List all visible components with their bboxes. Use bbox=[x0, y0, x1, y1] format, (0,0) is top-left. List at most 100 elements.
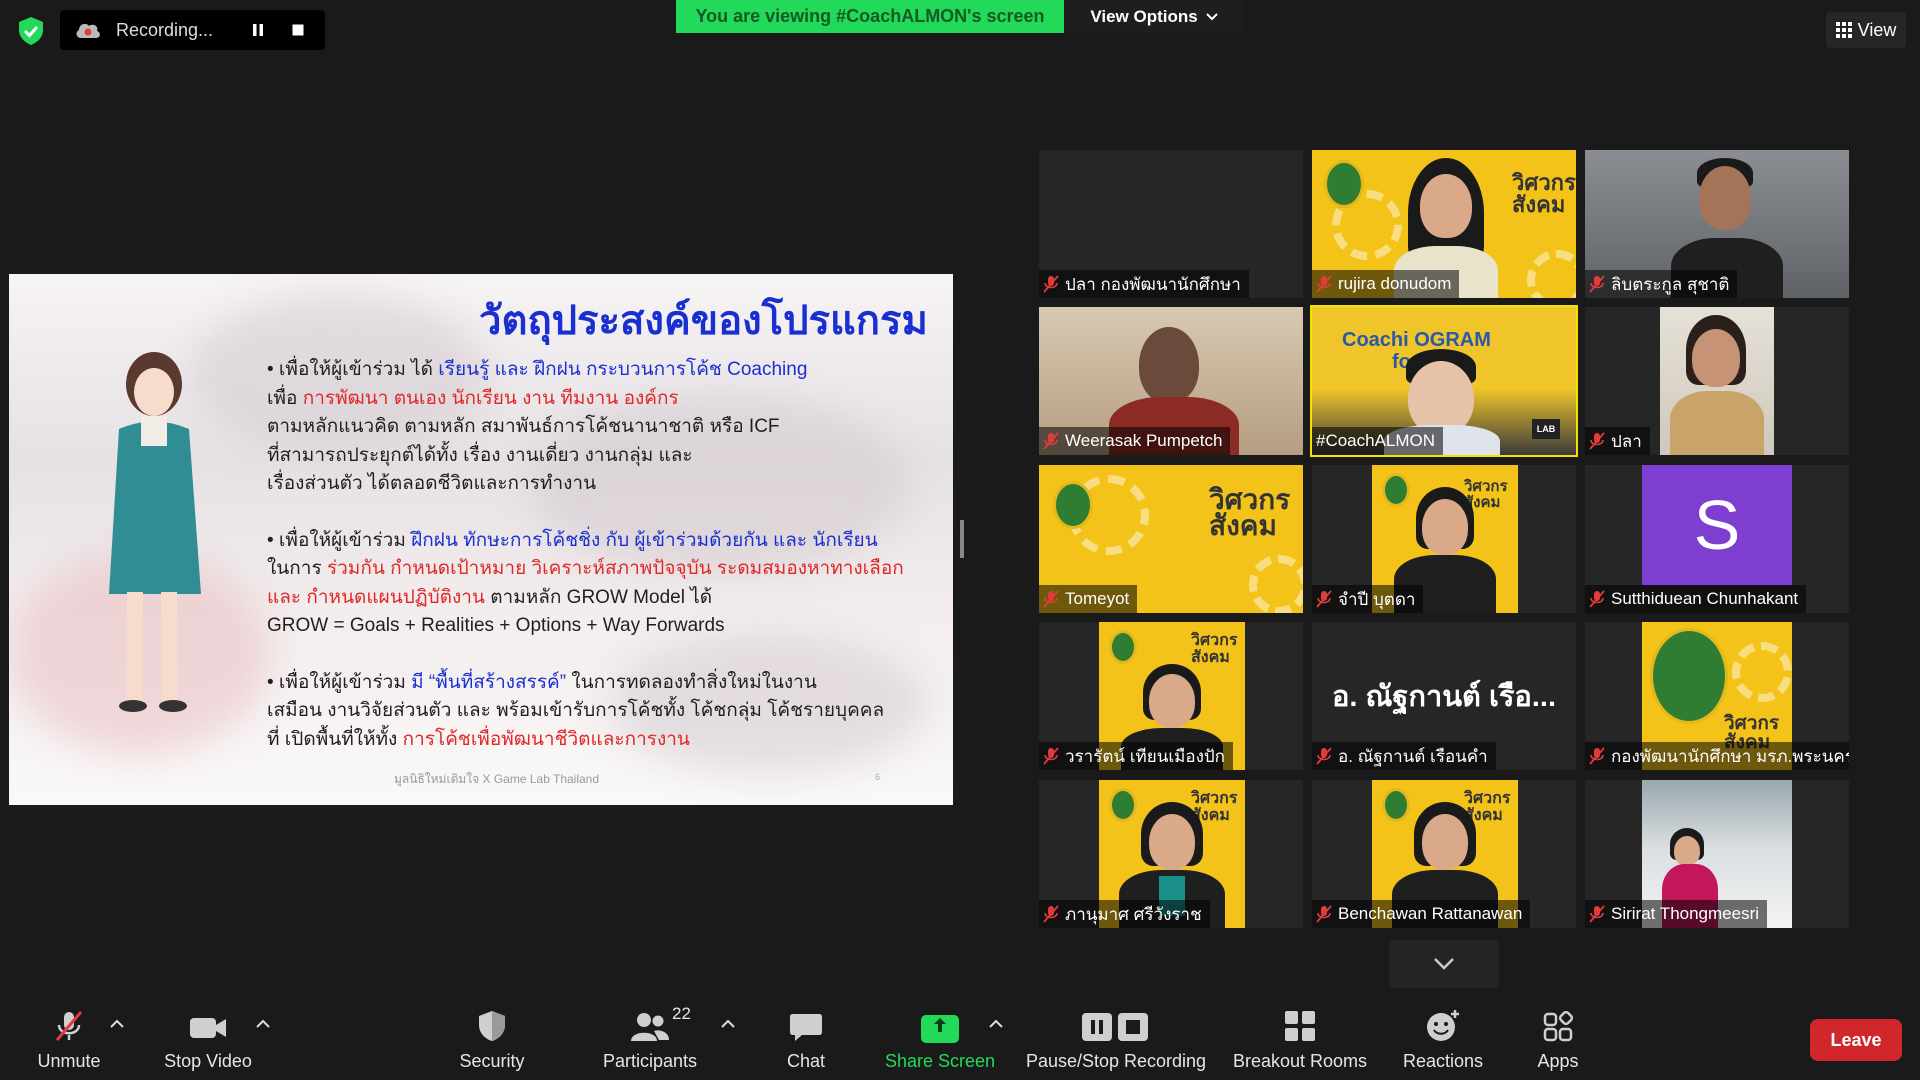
pause-icon bbox=[253, 24, 263, 36]
cloud-recording-icon bbox=[76, 23, 100, 38]
mic-muted-icon bbox=[55, 1011, 83, 1041]
mic-muted-icon bbox=[1589, 432, 1605, 450]
zoom-meeting-window: Recording... You are viewing #CoachALMON… bbox=[0, 0, 1920, 1080]
pause-recording-button[interactable] bbox=[245, 17, 271, 43]
video-feed bbox=[1660, 307, 1774, 455]
participant-name: อ. ณัฐกานต์ เรือนคำ bbox=[1312, 742, 1496, 770]
share-screen-icon bbox=[921, 1015, 959, 1043]
reactions-button[interactable]: Reactions bbox=[1393, 990, 1493, 1080]
cartoon-girl-illustration bbox=[109, 352, 201, 712]
mic-muted-icon bbox=[1589, 747, 1605, 765]
participant-name: ปลา bbox=[1585, 427, 1650, 455]
participant-name: Benchawan Rattanawan bbox=[1312, 900, 1531, 928]
unmute-button[interactable]: Unmute bbox=[28, 990, 110, 1080]
mic-muted-icon bbox=[1589, 275, 1605, 293]
participant-tile[interactable]: Sirirat Thongmeesri bbox=[1585, 780, 1849, 928]
participant-name: Sutthiduean Chunhakant bbox=[1585, 585, 1807, 613]
share-screen-button[interactable]: Share Screen bbox=[880, 990, 1000, 1080]
participant-name: rujira donudom bbox=[1312, 270, 1460, 298]
participant-tile[interactable]: วิศวกรสังคม วรารัตน์ เทียนเมืองปัก bbox=[1039, 622, 1303, 770]
stop-icon bbox=[292, 24, 304, 36]
participant-name: วรารัตน์ เทียนเมืองปัก bbox=[1039, 742, 1233, 770]
participant-tile[interactable]: อ. ณัฐกานต์ เรือ... อ. ณัฐกานต์ เรือนคำ bbox=[1312, 622, 1576, 770]
shared-screen-slide: วัตถุประสงค์ของโปรแกรม • เพื่อให้ผู้เข้า… bbox=[9, 274, 953, 805]
participants-options-caret-icon[interactable] bbox=[720, 1018, 736, 1030]
participant-name: ภานุมาศ ศรีวังราช bbox=[1039, 900, 1210, 928]
view-options-button[interactable]: View Options bbox=[1064, 0, 1244, 33]
stop-video-button[interactable]: Stop Video bbox=[158, 990, 258, 1080]
view-layout-button[interactable]: View bbox=[1826, 12, 1906, 48]
reactions-smiley-icon bbox=[1427, 1010, 1459, 1041]
security-shield-icon bbox=[479, 1011, 505, 1041]
audio-options-caret-icon[interactable] bbox=[109, 1018, 125, 1030]
slide-body: • เพื่อให้ผู้เข้าร่วม ได้ เรียนรู้ และ ฝ… bbox=[267, 356, 907, 782]
recording-indicator: Recording... bbox=[60, 10, 325, 50]
participant-tile[interactable]: ปลา bbox=[1585, 307, 1849, 455]
participant-name: ลิบตระกูล สุชาติ bbox=[1585, 270, 1738, 298]
breakout-rooms-icon bbox=[1285, 1011, 1315, 1041]
participant-tile[interactable]: ลิบตระกูล สุชาติ bbox=[1585, 150, 1849, 298]
encryption-shield-icon[interactable] bbox=[14, 14, 48, 48]
slide-bullet-2: • เพื่อให้ผู้เข้าร่วม ฝึกฝน ทักษะการโค้ช… bbox=[267, 529, 904, 637]
chevron-down-icon bbox=[1205, 12, 1218, 20]
pause-stop-recording-button[interactable]: Pause/Stop Recording bbox=[1022, 990, 1210, 1080]
participant-tile[interactable]: วิศวกรสังคม ภานุมาศ ศรีวังราช bbox=[1039, 780, 1303, 928]
view-label: View bbox=[1857, 19, 1897, 40]
mic-muted-icon bbox=[1316, 590, 1332, 608]
participant-tile[interactable]: วิศวกรสังคม Tomeyot bbox=[1039, 465, 1303, 613]
participant-name: Weerasak Pumpetch bbox=[1039, 427, 1231, 455]
breakout-rooms-button[interactable]: Breakout Rooms bbox=[1230, 990, 1370, 1080]
panel-resize-handle[interactable] bbox=[960, 520, 964, 558]
mic-muted-icon bbox=[1043, 432, 1059, 450]
mic-muted-icon bbox=[1589, 905, 1605, 923]
mic-muted-icon bbox=[1589, 590, 1605, 608]
participant-tile[interactable]: วิศวกรสังคม Benchawan Rattanawan bbox=[1312, 780, 1576, 928]
recording-label: Recording... bbox=[116, 19, 214, 40]
share-options-caret-icon[interactable] bbox=[988, 1018, 1004, 1030]
view-options-label: View Options bbox=[1090, 6, 1198, 26]
chat-bubble-icon bbox=[790, 1014, 822, 1041]
participant-count: 22 bbox=[672, 1004, 691, 1023]
slide-title: วัตถุประสงค์ของโปรแกรม bbox=[479, 299, 928, 343]
security-button[interactable]: Security bbox=[450, 990, 534, 1080]
slide-bullet-3: • เพื่อให้ผู้เข้าร่วม มี “พื้นที่สร้างสร… bbox=[267, 671, 885, 750]
apps-button[interactable]: Apps bbox=[1520, 990, 1596, 1080]
participant-tile[interactable]: วิศวกรสังคม กองพัฒนานักศึกษา มรภ.พระนคร bbox=[1585, 622, 1849, 770]
apps-icon bbox=[1543, 1011, 1574, 1042]
slide-bullet-1: • เพื่อให้ผู้เข้าร่วม ได้ เรียนรู้ และ ฝ… bbox=[267, 359, 808, 494]
participant-tile[interactable]: ปลา กองพัฒนานักศึกษา bbox=[1039, 150, 1303, 298]
participant-tile-active-speaker[interactable]: Coachi OGRAM fo er LAB #CoachALMON bbox=[1310, 305, 1578, 457]
mic-muted-icon bbox=[1043, 905, 1059, 923]
video-camera-icon bbox=[190, 1018, 226, 1038]
slide-page-number: 6 bbox=[875, 772, 881, 782]
video-options-caret-icon[interactable] bbox=[255, 1018, 271, 1030]
stop-recording-button[interactable] bbox=[285, 17, 311, 43]
mic-muted-icon bbox=[1316, 747, 1332, 765]
participant-tile[interactable]: S Sutthiduean Chunhakant bbox=[1585, 465, 1849, 613]
participant-name: ปลา กองพัฒนานักศึกษา bbox=[1039, 270, 1249, 298]
chevron-down-icon bbox=[1434, 958, 1454, 970]
mic-muted-icon bbox=[1043, 275, 1059, 293]
gallery-next-page-button[interactable] bbox=[1389, 940, 1499, 988]
leave-meeting-button[interactable]: Leave bbox=[1810, 1019, 1902, 1061]
participant-name: #CoachALMON bbox=[1312, 427, 1444, 455]
slide-footer: มูลนิธิใหม่เติมใจ X Game Lab Thailand bbox=[394, 772, 600, 786]
participant-name: จำปี บุตดา bbox=[1312, 585, 1424, 613]
participant-name: กองพัฒนานักศึกษา มรภ.พระนคร bbox=[1585, 742, 1849, 770]
pause-stop-recording-icon bbox=[1082, 1013, 1148, 1041]
mic-muted-icon bbox=[1043, 590, 1059, 608]
participant-name: Sirirat Thongmeesri bbox=[1585, 900, 1768, 928]
viewing-screen-banner: You are viewing #CoachALMON's screen bbox=[676, 0, 1064, 33]
avatar: S bbox=[1642, 465, 1792, 585]
mic-muted-icon bbox=[1316, 275, 1332, 293]
mic-muted-icon bbox=[1316, 905, 1332, 923]
participants-icon bbox=[631, 1013, 669, 1041]
grid-view-icon bbox=[1835, 22, 1852, 38]
mic-muted-icon bbox=[1043, 747, 1059, 765]
meeting-toolbar: Unmute Stop Video Security Participants … bbox=[0, 990, 1920, 1080]
chat-button[interactable]: Chat bbox=[770, 990, 842, 1080]
participant-name: Tomeyot bbox=[1039, 585, 1138, 613]
participant-tile[interactable]: Weerasak Pumpetch bbox=[1039, 307, 1303, 455]
participant-tile[interactable]: วิศวกรสังคม จำปี บุตดา bbox=[1312, 465, 1576, 613]
participant-tile[interactable]: วิศวกรสังคม rujira donudom bbox=[1312, 150, 1576, 298]
